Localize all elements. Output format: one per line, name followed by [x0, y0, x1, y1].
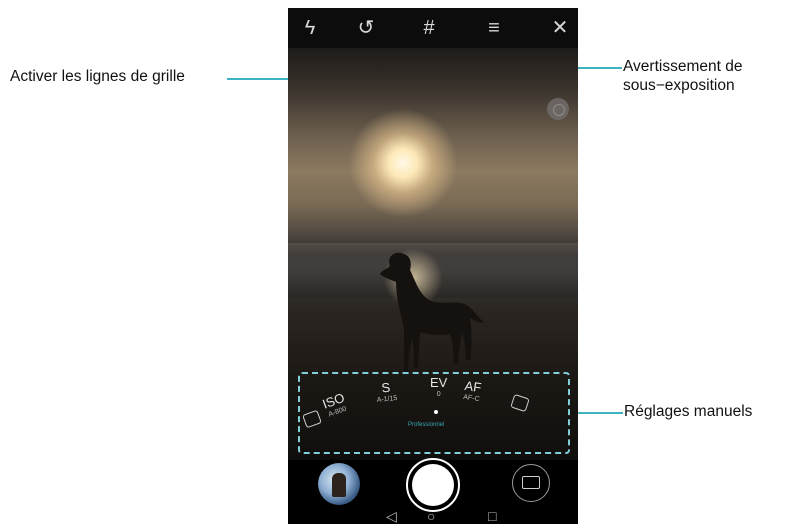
dog-silhouette	[380, 252, 484, 372]
shutter-button-inner	[412, 464, 454, 506]
manual-callout-label: Réglages manuels	[624, 403, 753, 420]
flash-off-icon[interactable]: ϟ	[294, 14, 326, 42]
top-toolbar: ϟ ↺ # ≡ ✕	[288, 8, 578, 48]
home-nav-icon[interactable]: ○	[427, 509, 435, 523]
mode-label: Professionnel	[408, 422, 445, 428]
underexposure-callout-line2: sous−exposition	[623, 77, 735, 94]
exposure-value: 0	[436, 391, 441, 398]
underexposure-callout-line1: Avertissement de	[623, 58, 743, 75]
grid-callout-label: Activer les lignes de grille	[10, 68, 185, 85]
bottom-bar: ◁ ○ □	[288, 458, 578, 524]
mode-indicator-dot	[434, 410, 438, 414]
sun-glow	[348, 108, 458, 218]
exposure-label: EV	[430, 375, 448, 390]
exposure-setting[interactable]: EV 0	[430, 376, 447, 399]
filter-icon[interactable]: ↺	[350, 14, 382, 42]
autofocus-setting[interactable]: AF AF-C	[462, 378, 483, 404]
switch-camera-button[interactable]	[512, 464, 550, 502]
close-icon[interactable]: ✕	[544, 14, 576, 42]
shutter-button[interactable]	[406, 458, 460, 512]
underexposure-warning-icon[interactable]	[547, 98, 569, 120]
camera-screen: ϟ ↺ # ≡ ✕ ISO A-800 S A-1/15 EV 0 AF AF-…	[288, 8, 578, 524]
back-nav-icon[interactable]: ◁	[386, 509, 397, 523]
shutter-speed-setting[interactable]: S A-1/15	[375, 380, 398, 405]
recent-apps-icon[interactable]: □	[488, 509, 496, 523]
grid-lines-icon[interactable]: #	[413, 14, 445, 42]
underexposure-callout-label: Avertissement de sous−exposition	[623, 57, 742, 95]
menu-icon[interactable]: ≡	[478, 14, 510, 42]
gallery-thumbnail[interactable]	[318, 463, 360, 505]
thumbnail-subject	[332, 473, 346, 497]
switch-camera-icon	[522, 476, 540, 489]
